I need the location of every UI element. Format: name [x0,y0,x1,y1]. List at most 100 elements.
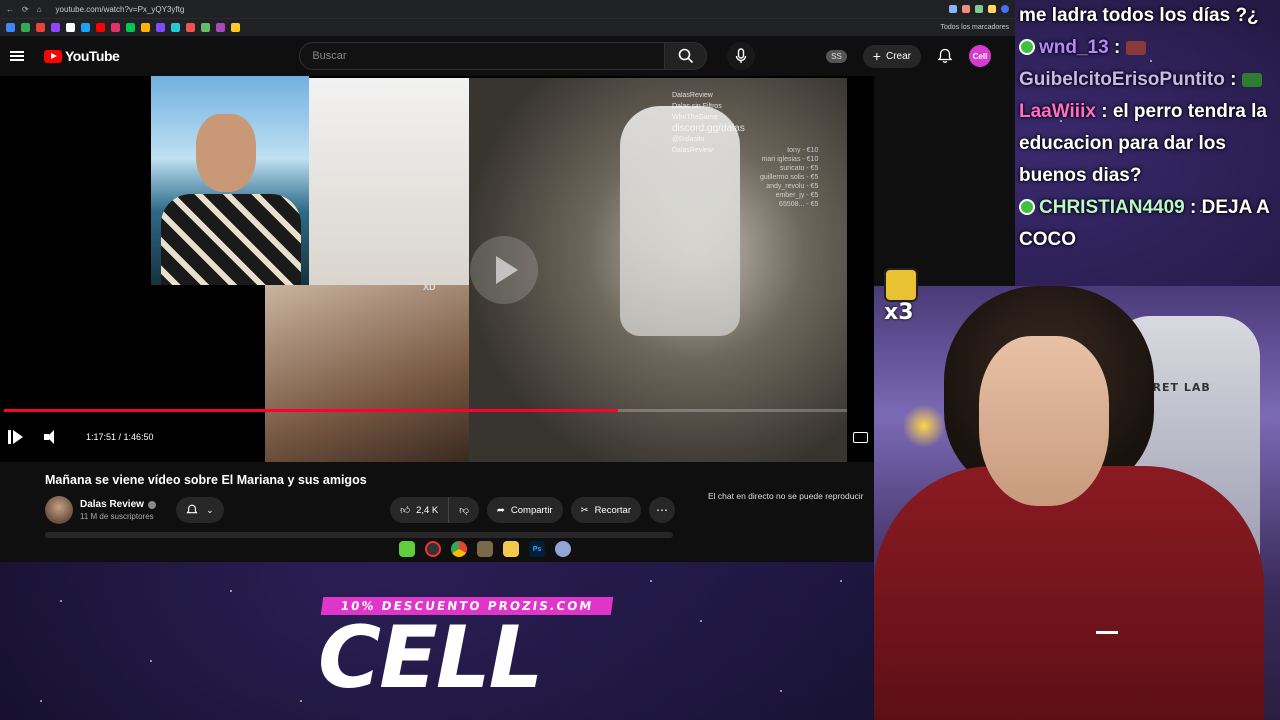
clip-label: Recortar [594,504,631,516]
streamer-face [979,336,1109,506]
clip-button[interactable]: ✂ Recortar [570,497,641,523]
player-controls: 1:17:51 / 1:46:50 [0,424,874,450]
discord-icon[interactable] [555,541,571,557]
channel-name[interactable]: Dalas Review [80,499,144,510]
streamer-webcam: SECRET LAB [874,286,1280,720]
voice-search-button[interactable] [727,42,756,70]
adidas-logo [1096,616,1118,634]
notifications-icon[interactable] [937,48,953,64]
extension-icon[interactable] [988,5,996,13]
center-play-icon[interactable] [470,236,538,304]
bookmark-icon[interactable] [66,23,75,32]
taskbar: Ps [395,538,575,560]
photoshop-icon[interactable]: Ps [529,541,545,557]
emote-combo-count: x3 [884,300,914,325]
search-input[interactable]: Buscar [299,42,666,70]
bookmark-icon[interactable] [141,23,150,32]
description-box[interactable] [45,532,673,538]
create-button[interactable]: + Crear [862,44,921,68]
combo-emote-icon [884,268,918,302]
obs-icon[interactable] [425,541,441,557]
extensions-bar [949,5,1009,13]
scissors-icon: ✂ [580,504,589,516]
menu-icon[interactable] [10,51,24,61]
bookmark-icon[interactable] [6,23,15,32]
like-button[interactable]: 👍︎ 2,4 K [390,497,450,523]
donations-overlay: tony - €10 mari iglesias - €10 suricato … [760,147,819,208]
emote-icon [1241,73,1262,87]
bookmark-icon[interactable] [156,23,165,32]
all-bookmarks-link[interactable]: Todos los marcadores [941,24,1009,31]
chat-username: wnd_13 [1039,37,1109,58]
thumbs-up-icon: 👍︎ [400,505,411,516]
guest-face [196,114,256,192]
reload-icon[interactable]: ⟳ [22,5,29,14]
subtitles-icon[interactable] [853,431,868,443]
account-avatar[interactable]: Cell [969,45,991,67]
chat-message: CHRISTIAN4409 : DEJA A COCO [1019,197,1270,250]
app-icon[interactable] [477,541,493,557]
chat-message: wnd_13 : [1019,32,1274,64]
sub-badge-icon [1019,39,1035,55]
back-icon[interactable]: ← [6,5,14,14]
youtube-logo[interactable]: YouTube [44,48,120,64]
video-player[interactable]: DalasReview Dalas sin Filtros WhoTheGame… [0,76,874,462]
sub-badge-icon [1019,199,1035,215]
progress-bar[interactable] [4,409,847,412]
whatsapp-icon[interactable] [399,541,415,557]
share-button[interactable]: ➦ Compartir [486,497,563,523]
extension-icon[interactable] [975,5,983,13]
bell-icon [186,504,198,514]
chat-message: me ladra todos los días ?¿ [1019,0,1274,32]
extension-icon[interactable] [962,5,970,13]
bookmark-icon[interactable] [231,23,240,32]
chat-username: LaaWiiix [1019,101,1096,122]
bookmarks-bar: Todos los marcadores [0,18,1015,36]
create-label: Crear [885,50,911,62]
volume-icon[interactable] [44,430,60,444]
bookmark-icon[interactable] [201,23,210,32]
bookmark-icon[interactable] [36,23,45,32]
bookmark-icon[interactable] [96,23,105,32]
subscriber-count: 11 M de suscriptores [80,512,154,521]
bookmark-icon[interactable] [171,23,180,32]
bookmark-icon[interactable] [216,23,225,32]
guest-shirt [161,194,301,285]
youtube-logo-text: YouTube [65,48,120,64]
thumbs-down-icon: 👎︎ [459,505,469,516]
bookmark-icon[interactable] [186,23,195,32]
chevron-down-icon: ⌄ [206,504,214,515]
search-button[interactable] [665,42,708,70]
plus-icon: + [872,48,881,64]
play-pause-icon[interactable] [6,429,23,445]
extension-badge[interactable]: SS [826,49,847,63]
channel-avatar[interactable] [45,496,73,524]
chat-message-text: me ladra todos los días ?¿ [1019,5,1259,26]
promo-title: CELL [318,608,543,708]
url-field[interactable]: youtube.com/watch?v=Px_yQY3yftg [56,5,943,14]
more-actions-button[interactable]: ⋯ [649,497,675,523]
stream-chat: me ladra todos los días ?¿ wnd_13 : Guib… [1015,0,1280,286]
browser-window: ← ⟳ ⌂ youtube.com/watch?v=Px_yQY3yftg To… [0,0,1015,562]
progress-fill [4,409,618,412]
microphone-icon [736,48,747,63]
verified-icon [147,500,156,509]
bookmark-icon[interactable] [111,23,120,32]
address-bar: ← ⟳ ⌂ youtube.com/watch?v=Px_yQY3yftg [0,0,1015,18]
bookmark-icon[interactable] [81,23,90,32]
channel-name-row[interactable]: Dalas Review [80,499,156,510]
folder-icon[interactable] [503,541,519,557]
dislike-button[interactable]: 👎︎ [449,497,479,523]
chat-username: GuibelcitoErisoPuntito [1019,69,1225,90]
extension-icon[interactable] [949,5,957,13]
subscription-bell-button[interactable]: ⌄ [175,497,224,523]
bookmark-icon[interactable] [51,23,60,32]
share-icon: ➦ [496,504,505,516]
bookmark-icon[interactable] [21,23,30,32]
chrome-icon[interactable] [451,541,467,557]
bookmark-icon[interactable] [126,23,135,32]
home-icon[interactable]: ⌂ [37,5,42,14]
channel-row: Dalas Review 11 M de suscriptores ⌄ 👍︎ 2… [45,494,675,526]
profile-icon[interactable] [1001,5,1009,13]
video-frame-webcam-guest [151,76,309,285]
